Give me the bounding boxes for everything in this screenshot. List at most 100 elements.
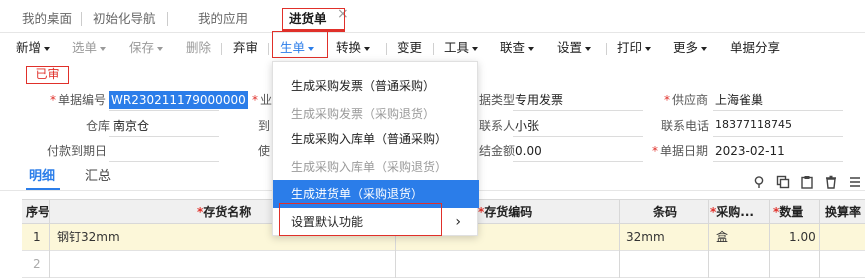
- col-qty-header-text: 数量: [779, 205, 804, 219]
- tab-separator: [167, 12, 168, 26]
- change-button[interactable]: 变更: [397, 38, 422, 58]
- grid-divider: [769, 199, 770, 278]
- row-seq: 2: [33, 257, 41, 271]
- field-underline: [109, 161, 219, 162]
- row-seq: 1: [33, 230, 41, 244]
- row-name[interactable]: 钢钉32mm: [57, 225, 120, 249]
- share-label: 单据分享: [730, 40, 781, 55]
- chevron-down-icon: [701, 46, 708, 51]
- new-label: 新增: [16, 40, 42, 55]
- chevron-down-icon: [472, 46, 479, 51]
- convert-button[interactable]: 转换: [336, 38, 371, 58]
- field-underline: [513, 136, 643, 137]
- print-button[interactable]: 打印: [617, 38, 652, 58]
- more-button[interactable]: 更多: [673, 38, 708, 58]
- chevron-down-icon: [44, 46, 51, 51]
- col-code-header-text: 存货编码: [484, 205, 533, 219]
- new-button[interactable]: 新增: [16, 38, 51, 58]
- warehouse-label: 仓库: [86, 119, 111, 133]
- chevron-down-icon: [585, 46, 592, 51]
- supplier-label-text: 供应商: [672, 93, 709, 107]
- settings-label: 设置: [557, 40, 583, 55]
- doc-no-field[interactable]: WR230211179000000: [109, 91, 248, 109]
- copy-icon[interactable]: [776, 175, 790, 189]
- chevron-down-icon: [645, 46, 652, 51]
- settings-button[interactable]: 设置: [557, 38, 592, 58]
- delete-label: 删除: [186, 40, 212, 55]
- doc-no-label: * 单据编号: [50, 93, 107, 107]
- tab-bar: 我的桌面 初始化导航 我的应用 进货单 ×: [0, 0, 865, 33]
- location-icon[interactable]: [752, 175, 766, 189]
- supplier-field[interactable]: 上海雀巢: [715, 91, 763, 109]
- chevron-down-icon: [364, 46, 371, 51]
- tab-init-nav[interactable]: 初始化导航: [93, 0, 156, 33]
- tools-label: 工具: [444, 40, 470, 55]
- menu-item-inbound-normal[interactable]: 生成采购入库单（普通采购）: [273, 125, 479, 153]
- doc-date-label-text: 单据日期: [660, 144, 709, 158]
- field-underline: [513, 110, 643, 111]
- highlight-box-generate: [272, 31, 328, 58]
- select-button[interactable]: 选单: [72, 38, 107, 58]
- share-document-button[interactable]: 单据分享: [730, 38, 780, 58]
- tab-my-apps[interactable]: 我的应用: [198, 0, 248, 33]
- contact-label: 联系人: [479, 119, 516, 133]
- select-label: 选单: [72, 40, 98, 55]
- phone-label: 联系电话: [661, 119, 710, 133]
- row-barcode[interactable]: 32mm: [626, 225, 665, 249]
- biz-label-text: 业: [260, 93, 273, 107]
- col-conv-header: 换算率: [825, 205, 862, 219]
- tab-summary[interactable]: 汇总: [85, 168, 111, 186]
- toolbar: 新增 选单 保存 删除 弃审 生单 转换 变更 工具 联查 设置 打印 更多 单…: [0, 34, 865, 60]
- field-underline: [713, 110, 843, 111]
- menu-item-inbound-return[interactable]: 生成采购入库单（采购退货）: [273, 153, 479, 181]
- tab-separator: [81, 12, 82, 26]
- save-label: 保存: [129, 40, 155, 55]
- menu-item-purchase-invoice-normal[interactable]: 生成采购发票（普通采购）: [273, 72, 479, 100]
- col-qty-header: *数量: [773, 205, 804, 219]
- col-barcode-header: 条码: [653, 205, 678, 219]
- row-unit[interactable]: 盒: [716, 225, 728, 249]
- col-code-header: *存货编码: [478, 205, 533, 219]
- query-button[interactable]: 联查: [500, 38, 535, 58]
- biz-label: * 业: [252, 93, 273, 107]
- status-badge: 已审: [26, 66, 69, 84]
- field-underline: [713, 136, 843, 137]
- query-label: 联查: [500, 40, 526, 55]
- grid-divider: [819, 199, 820, 278]
- doc-date-label: * 单据日期: [652, 144, 709, 158]
- invoice-type-label: 据类型: [479, 93, 516, 107]
- doc-no-label-text: 单据编号: [58, 93, 107, 107]
- delete-row-icon[interactable]: [824, 175, 838, 189]
- settings-icon[interactable]: [848, 175, 862, 189]
- field-underline: [513, 161, 643, 162]
- tab-detail[interactable]: 明细: [29, 168, 55, 186]
- save-button[interactable]: 保存: [129, 38, 164, 58]
- amount-field[interactable]: 0.00: [515, 142, 542, 160]
- tab-my-desktop[interactable]: 我的桌面: [22, 0, 72, 33]
- delete-button[interactable]: 删除: [186, 38, 211, 58]
- clipboard-icon[interactable]: [800, 175, 814, 189]
- tools-button[interactable]: 工具: [444, 38, 479, 58]
- table-row[interactable]: 2: [22, 251, 865, 278]
- phone-field[interactable]: 18377118745: [715, 116, 792, 134]
- toolbar-separator: [433, 43, 434, 55]
- warehouse-field[interactable]: 南京仓: [113, 117, 149, 135]
- change-label: 变更: [397, 40, 423, 55]
- doc-date-field[interactable]: 2023-02-11: [715, 142, 785, 160]
- abandon-audit-button[interactable]: 弃审: [233, 38, 258, 58]
- convert-label: 转换: [336, 40, 362, 55]
- toolbar-separator: [268, 43, 269, 55]
- supplier-label: * 供应商: [664, 93, 709, 107]
- contact-field[interactable]: 小张: [515, 117, 539, 135]
- abandon-label: 弃审: [233, 40, 259, 55]
- menu-item-purchase-invoice-return[interactable]: 生成采购发票（采购退货）: [273, 100, 479, 128]
- row-qty[interactable]: 1.00: [789, 225, 816, 249]
- col-unit-header: *采购...: [710, 205, 754, 219]
- chevron-down-icon: [157, 46, 164, 51]
- invoice-type-field[interactable]: 专用发票: [515, 91, 563, 109]
- col-name-header: *存货名称: [197, 205, 252, 219]
- print-label: 打印: [617, 40, 643, 55]
- toolbar-separator: [221, 43, 222, 55]
- chevron-right-icon: ›: [455, 214, 461, 230]
- field-underline: [109, 110, 219, 111]
